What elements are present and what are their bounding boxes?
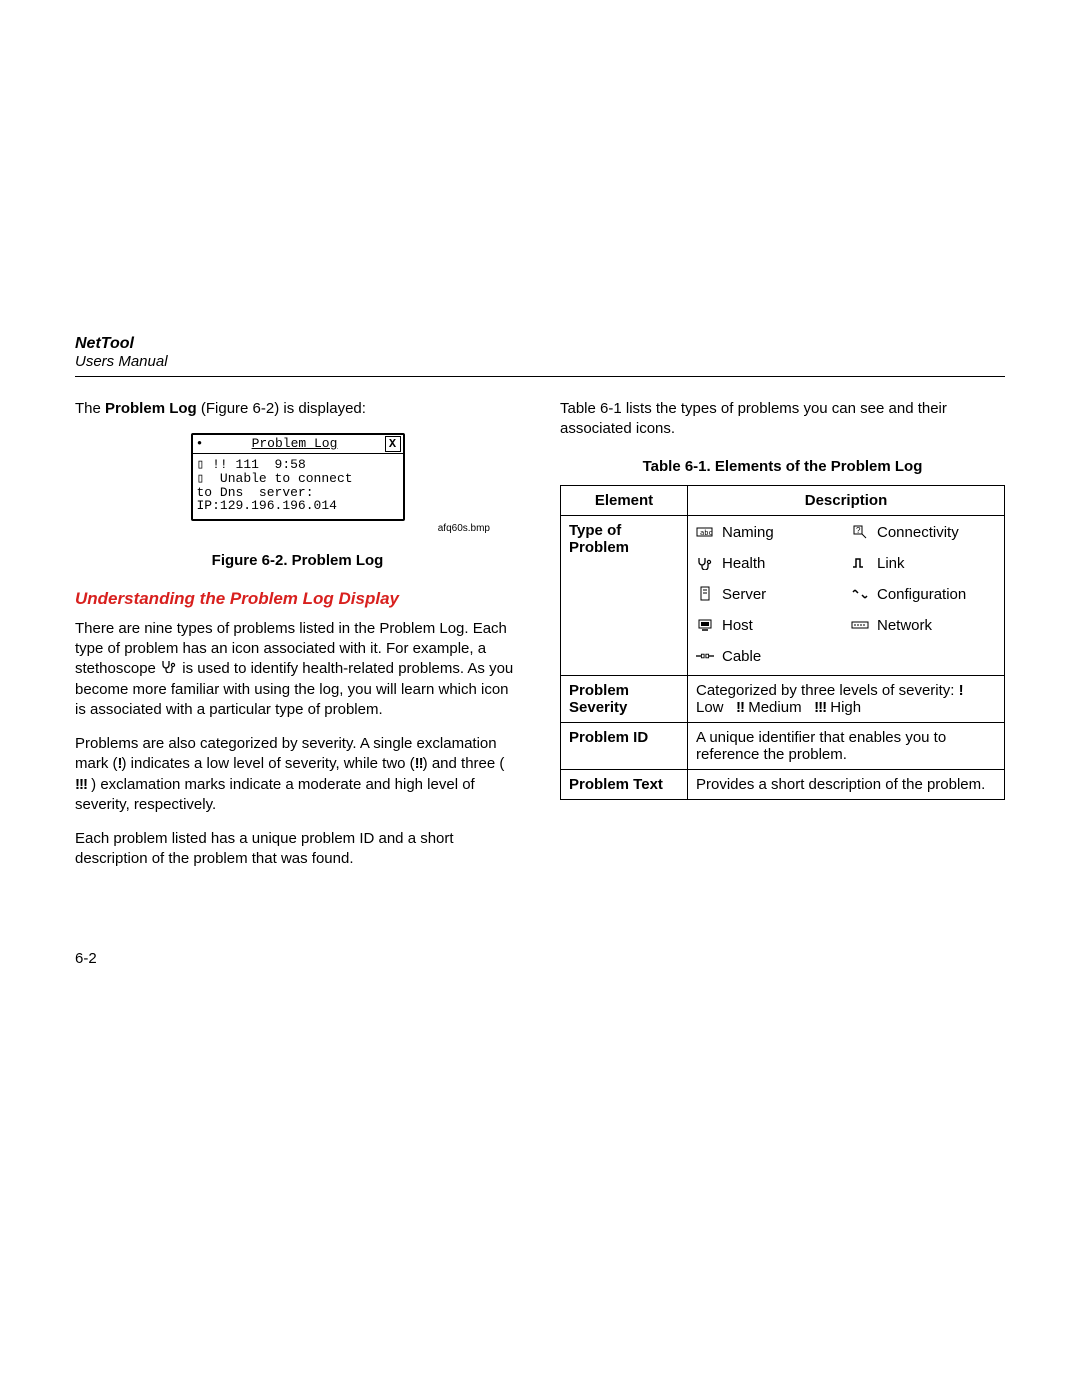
sev-high-label: High (830, 699, 861, 716)
th-element: Element (561, 485, 688, 515)
cable-icon (696, 649, 714, 663)
cell-text-label: Problem Text (561, 769, 688, 799)
intro-post: (Figure 6-2) is displayed: (197, 400, 366, 417)
th-description: Description (688, 485, 1005, 515)
link-icon (851, 556, 869, 570)
elements-table: Element Description Type of Problem abc … (560, 485, 1005, 800)
figure-caption: Figure 6-2. Problem Log (75, 552, 520, 569)
p2d: ) exclamation marks indicate a moderate … (75, 776, 475, 813)
row-type: Type of Problem abc Naming ? Connectivit… (561, 515, 1005, 675)
intro-bold: Problem Log (105, 400, 197, 417)
dev-line4: IP:129.196.196.014 (197, 498, 337, 513)
close-icon: X (385, 436, 401, 452)
type-cable: Cable (696, 648, 841, 665)
type-host-label: Host (722, 617, 753, 634)
sev-high-icon: !!! (814, 699, 826, 716)
page-number: 6-2 (75, 950, 520, 967)
naming-icon: abc (696, 525, 714, 539)
types-grid: abc Naming ? Connectivity Health (696, 524, 996, 665)
paragraph-2: Problems are also categorized by severit… (75, 734, 520, 815)
p2c: ) and three ( (423, 755, 505, 772)
cell-id-desc: A unique identifier that enables you to … (688, 722, 1005, 769)
cell-sev-label: Problem Severity (561, 675, 688, 722)
stethoscope-icon (160, 659, 178, 679)
type-host: Host (696, 617, 841, 634)
bmp-filename: afq60s.bmp (75, 523, 490, 534)
header-rule (75, 376, 1005, 377)
type-connectivity: ? Connectivity (851, 524, 996, 541)
cell-id-label: Problem ID (561, 722, 688, 769)
page-header: NetTool Users Manual (75, 335, 1005, 370)
type-link-label: Link (877, 555, 905, 572)
cell-sev-desc: Categorized by three levels of severity:… (688, 675, 1005, 722)
type-configuration-label: Configuration (877, 586, 966, 603)
type-network: Network (851, 617, 996, 634)
cell-type-label: Type of Problem (561, 515, 688, 675)
row-id: Problem ID A unique identifier that enab… (561, 722, 1005, 769)
paragraph-1: There are nine types of problems listed … (75, 619, 520, 720)
cell-text-desc: Provides a short description of the prob… (688, 769, 1005, 799)
svg-text:abc: abc (700, 529, 713, 537)
right-column: Table 6-1 lists the types of problems yo… (560, 399, 1005, 967)
high-severity-icon: !!! (75, 776, 87, 793)
sev-low-label: Low (696, 699, 724, 716)
health-icon (696, 556, 714, 570)
sev-desc-a: Categorized by three levels of severity: (696, 682, 959, 699)
menu-dot-icon: • (195, 437, 205, 451)
sev-med-label: Medium (748, 699, 801, 716)
type-cable-label: Cable (722, 648, 761, 665)
type-health: Health (696, 555, 841, 572)
manual-subtitle: Users Manual (75, 353, 1005, 370)
section-heading: Understanding the Problem Log Display (75, 589, 520, 609)
cell-type-desc: abc Naming ? Connectivity Health (688, 515, 1005, 675)
device-titlebar: • Problem Log X (193, 435, 403, 454)
row-text: Problem Text Provides a short descriptio… (561, 769, 1005, 799)
table-caption: Table 6-1. Elements of the Problem Log (560, 458, 1005, 475)
left-column: The Problem Log (Figure 6-2) is displaye… (75, 399, 520, 967)
server-icon (696, 587, 714, 601)
type-link: Link (851, 555, 996, 572)
type-naming: abc Naming (696, 524, 841, 541)
type-server-label: Server (722, 586, 766, 603)
two-column-layout: The Problem Log (Figure 6-2) is displaye… (75, 399, 1005, 967)
product-name: NetTool (75, 335, 1005, 353)
page: NetTool Users Manual The Problem Log (Fi… (0, 0, 1080, 1027)
intro-line: The Problem Log (Figure 6-2) is displaye… (75, 399, 520, 419)
row-severity: Problem Severity Categorized by three le… (561, 675, 1005, 722)
type-server: Server (696, 586, 841, 603)
connectivity-icon: ? (851, 525, 869, 539)
intro-pre: The (75, 400, 105, 417)
type-health-label: Health (722, 555, 765, 572)
device-screenshot: • Problem Log X ▯ !! 111 9:58 ▯ Unable t… (191, 433, 405, 521)
sev-med-icon: !! (736, 699, 744, 716)
configuration-icon (851, 587, 869, 601)
medium-severity-icon: !! (415, 755, 423, 772)
sev-low-icon: ! (959, 682, 963, 699)
paragraph-3: Each problem listed has a unique problem… (75, 829, 520, 870)
type-connectivity-label: Connectivity (877, 524, 959, 541)
type-network-label: Network (877, 617, 932, 634)
svg-text:?: ? (856, 526, 861, 535)
host-icon (696, 618, 714, 632)
network-icon (851, 618, 869, 632)
p2b: ) indicates a low level of severity, whi… (122, 755, 415, 772)
right-intro: Table 6-1 lists the types of problems yo… (560, 399, 1005, 440)
device-body: ▯ !! 111 9:58 ▯ Unable to connect to Dns… (193, 454, 403, 519)
type-configuration: Configuration (851, 586, 996, 603)
type-naming-label: Naming (722, 524, 774, 541)
table-header-row: Element Description (561, 485, 1005, 515)
device-title: Problem Log (205, 437, 385, 451)
